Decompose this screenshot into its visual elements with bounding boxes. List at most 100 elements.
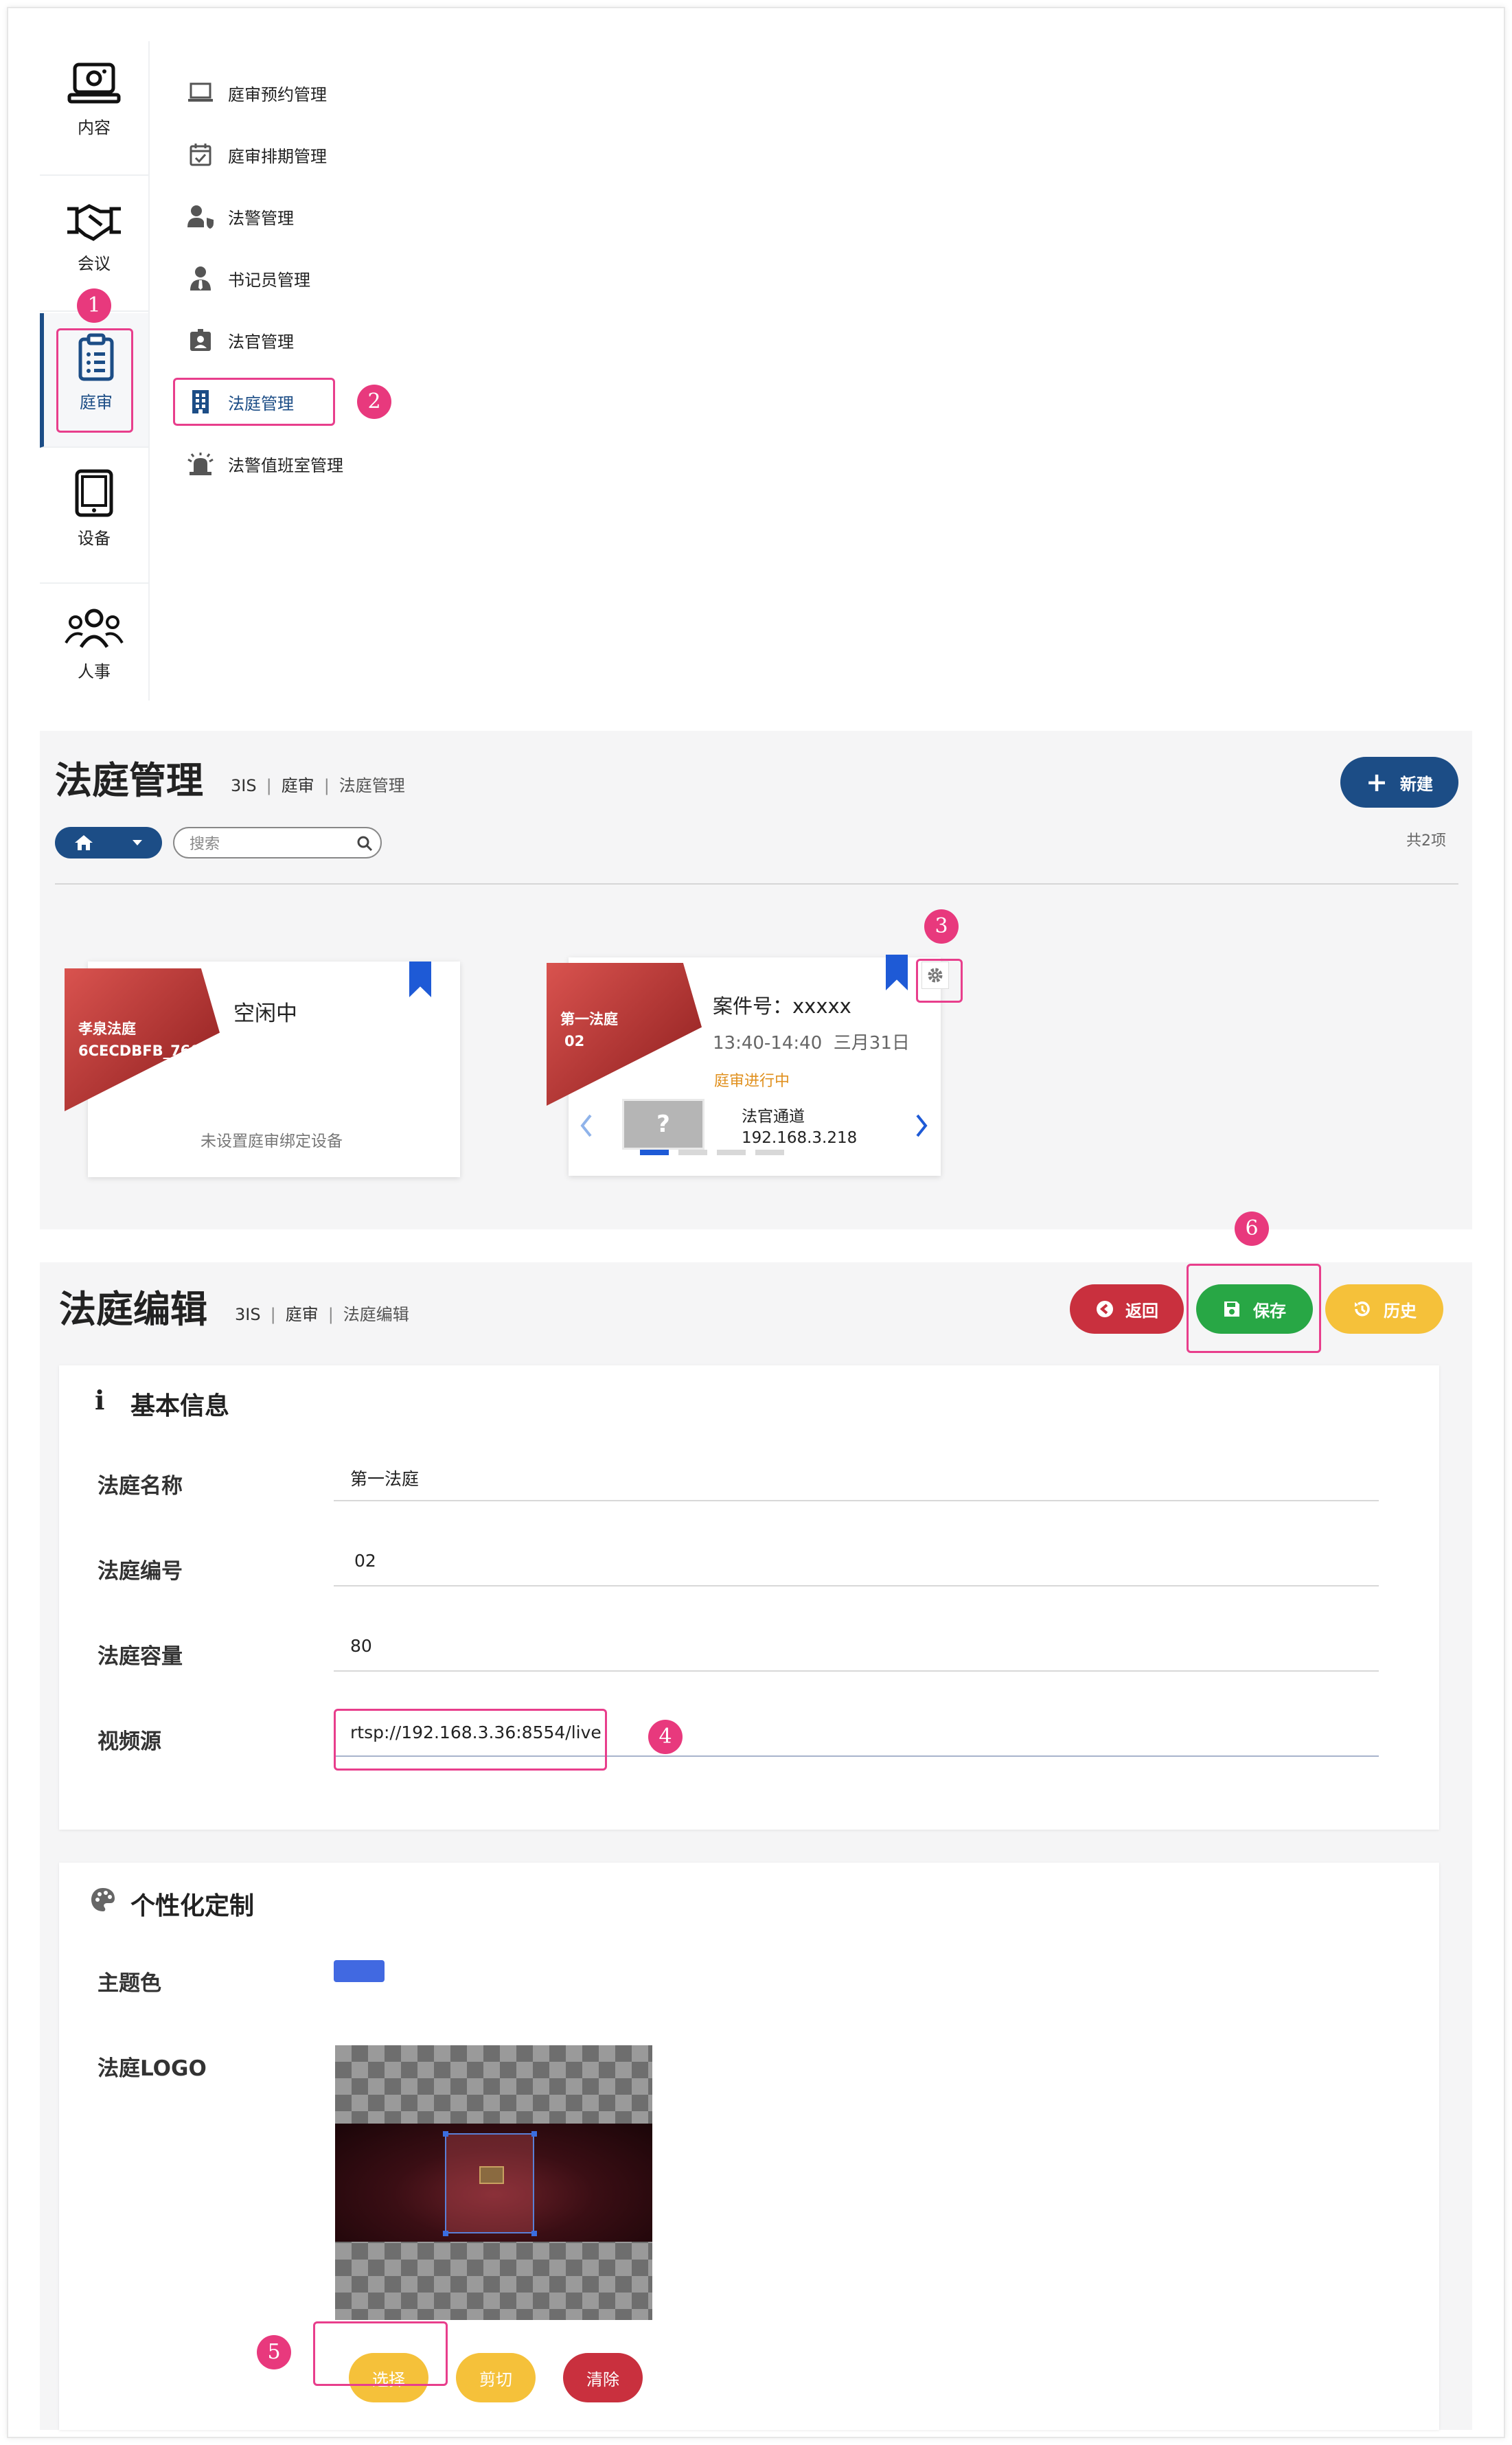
submenu-item-label: 法警管理 [228, 208, 294, 228]
submenu-item-judge[interactable]: 法官管理 [185, 323, 294, 357]
judge-bench [479, 2166, 504, 2184]
court-list-panel: 法庭管理 3IS | 庭审 | 法庭管理 + 新建 搜索 共2项 空闲中 未设置庭审绑定设… [40, 731, 1472, 1229]
case-number: 案件号：xxxxx [713, 990, 851, 1019]
highlight-box-1 [56, 328, 133, 433]
logo-preview [335, 2045, 652, 2320]
breadcrumb: 3IS | 庭审 | 法庭管理 [231, 776, 405, 795]
submenu-item-trial-schedule[interactable]: 庭审排期管理 [185, 137, 327, 172]
submenu-item-bailiff[interactable]: 法警管理 [185, 199, 294, 234]
breadcrumb-item[interactable]: 庭审 [286, 1305, 319, 1324]
channel-name: 法官通道 [742, 1108, 805, 1126]
clear-button[interactable]: 清除 [563, 2353, 643, 2402]
sidebar-item-label: 会议 [78, 254, 111, 273]
back-button[interactable]: 返回 [1070, 1284, 1184, 1334]
device-thumbnail: ? [622, 1099, 705, 1150]
user-shield-icon [187, 205, 214, 229]
total-count: 共2项 [1406, 832, 1446, 850]
calendar-check-icon [190, 144, 211, 166]
theme-color-swatch[interactable] [334, 1960, 385, 1982]
highlight-box-2 [173, 378, 335, 426]
new-button[interactable]: + 新建 [1340, 757, 1458, 808]
camera-box-icon [67, 62, 121, 104]
id-badge-icon [190, 329, 211, 351]
new-button-label: 新建 [1399, 774, 1433, 794]
palette-icon [91, 1888, 115, 1911]
court-name-input[interactable]: 第一法庭 [350, 1466, 419, 1490]
bookmark-icon[interactable] [409, 962, 431, 997]
carousel-indicator[interactable] [717, 1150, 746, 1155]
history-button-label: 历史 [1384, 1301, 1417, 1321]
sidebar-item-label: 人事 [78, 662, 111, 681]
court-capacity-input[interactable]: 80 [350, 1636, 372, 1656]
channel-ip: 192.168.3.218 [742, 1129, 858, 1147]
cut-button[interactable]: 剪切 [456, 2353, 536, 2402]
sidebar-item-personnel[interactable]: 人事 [40, 585, 148, 720]
submenu-item-duty-room[interactable]: 法警值班室管理 [185, 446, 343, 481]
highlight-box-4 [334, 1709, 607, 1771]
handshake-icon [67, 204, 121, 241]
field-label: 法庭编号 [98, 1559, 183, 1584]
carousel-indicator[interactable] [678, 1150, 707, 1155]
submenu-item-trial-booking[interactable]: 庭审预约管理 [185, 76, 327, 110]
court-name: 孝泉法庭 [78, 1021, 136, 1037]
highlight-box-5 [313, 2321, 448, 2386]
breadcrumb-item[interactable]: 庭审 [282, 776, 314, 795]
submenu-item-label: 法警值班室管理 [228, 455, 343, 475]
court-code: 02 [564, 1033, 585, 1049]
page-title: 法庭管理 [55, 759, 203, 802]
field-label: 主题色 [98, 1971, 161, 1996]
input-underline [334, 1670, 1379, 1672]
page-title: 法庭编辑 [59, 1288, 207, 1331]
sidebar-item-content[interactable]: 内容 [40, 41, 148, 176]
sidebar-item-device[interactable]: 设备 [40, 449, 148, 584]
back-button-label: 返回 [1125, 1301, 1158, 1321]
sidebar-item-label: 内容 [78, 118, 111, 137]
courtroom-image [335, 2124, 652, 2242]
breadcrumb-item: 法庭编辑 [343, 1305, 409, 1324]
court-edit-panel: 法庭编辑 3IS | 庭审 | 法庭编辑 返回 保存 历史 i 基本信息 法庭名称 第一… [40, 1262, 1472, 2430]
field-label: 法庭名称 [98, 1474, 183, 1499]
plus-icon: + [1366, 767, 1388, 797]
search-input[interactable]: 搜索 [173, 827, 382, 858]
carousel-indicator[interactable] [755, 1150, 784, 1155]
step-badge-2: 2 [357, 385, 391, 419]
info-icon: i [95, 1385, 105, 1415]
search-icon[interactable] [356, 834, 374, 852]
step-badge-5: 5 [257, 2335, 291, 2369]
court-name: 第一法庭 [560, 1011, 618, 1027]
field-label: 法庭LOGO [98, 2056, 207, 2081]
highlight-box-3 [916, 959, 963, 1003]
breadcrumb-item[interactable]: 3IS [231, 776, 257, 795]
basic-info-panel: i 基本信息 法庭名称 第一法庭 法庭编号 02 法庭容量 80 视频源 rts… [59, 1365, 1439, 1830]
arrow-left-circle-icon [1097, 1301, 1113, 1317]
laptop-icon [188, 82, 213, 102]
siren-icon [187, 453, 214, 475]
crop-handle[interactable] [443, 2131, 448, 2137]
history-icon [1355, 1301, 1370, 1317]
bookmark-icon[interactable] [886, 955, 908, 990]
submenu-item-clerk[interactable]: 书记员管理 [185, 261, 310, 295]
case-label: 案件号： [713, 994, 793, 1018]
chevron-left-icon[interactable] [578, 1113, 595, 1139]
breadcrumb-item[interactable]: 3IS [235, 1305, 261, 1324]
submenu-item-label: 书记员管理 [228, 270, 310, 290]
crop-handle[interactable] [531, 2231, 537, 2236]
court-number-input[interactable]: 02 [354, 1551, 376, 1571]
input-underline [334, 1500, 1379, 1501]
breadcrumb-item: 法庭管理 [339, 776, 405, 795]
cut-button-label: 剪切 [479, 2369, 512, 2389]
clear-button-label: 清除 [586, 2369, 619, 2389]
home-icon [75, 835, 93, 850]
section-heading: 个性化定制 [130, 1892, 255, 1920]
step-badge-6: 6 [1235, 1212, 1269, 1246]
crop-handle[interactable] [531, 2131, 537, 2137]
crop-handle[interactable] [443, 2231, 448, 2236]
tablet-icon [75, 469, 113, 517]
home-dropdown-button[interactable] [55, 827, 162, 858]
step-badge-4: 4 [648, 1720, 683, 1754]
user-tie-icon [190, 266, 211, 291]
highlight-box-6 [1187, 1264, 1321, 1353]
carousel-indicator-active[interactable] [640, 1150, 669, 1155]
history-button[interactable]: 历史 [1325, 1284, 1443, 1334]
chevron-right-icon[interactable] [913, 1113, 930, 1139]
